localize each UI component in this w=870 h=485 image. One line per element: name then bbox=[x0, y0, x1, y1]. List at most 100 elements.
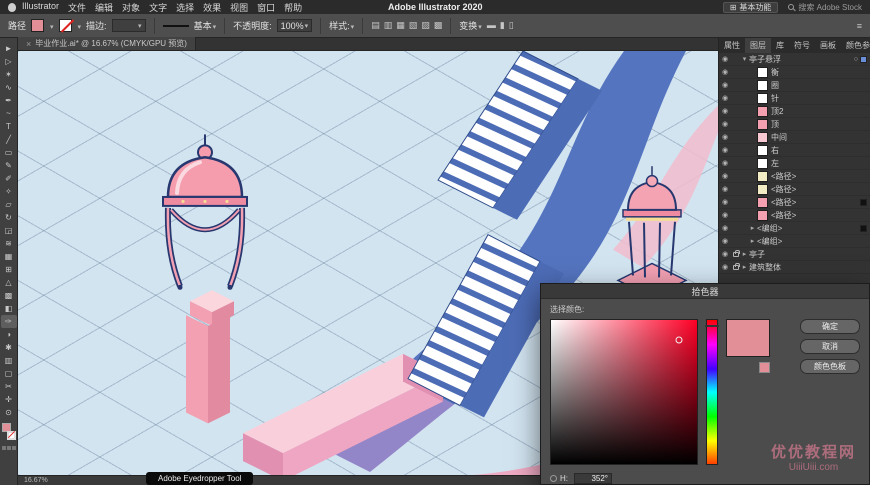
visibility-eye-icon[interactable]: ◉ bbox=[719, 146, 731, 154]
lock-column[interactable] bbox=[731, 262, 740, 270]
line-segment-tool[interactable]: ╱ bbox=[1, 133, 17, 146]
color-swatches-button[interactable]: 颜色色板 bbox=[800, 359, 860, 374]
stock-search[interactable]: 搜索 Adobe Stock bbox=[788, 2, 862, 13]
fill-caret-icon[interactable] bbox=[49, 21, 54, 31]
align-icon[interactable]: ▥ bbox=[384, 20, 393, 31]
layer-row[interactable]: ◉ ▸ 建筑整体 ○ bbox=[719, 261, 870, 274]
menu-item[interactable]: 对象 bbox=[122, 1, 140, 14]
hue-slider[interactable] bbox=[705, 319, 719, 465]
layer-row[interactable]: ◉ 圈 ○ bbox=[719, 79, 870, 92]
gradient-tool[interactable]: ◧ bbox=[1, 302, 17, 315]
perspective-grid-tool[interactable]: △ bbox=[1, 276, 17, 289]
zoom-tool[interactable]: ⊙ bbox=[1, 406, 17, 419]
visibility-eye-icon[interactable]: ◉ bbox=[719, 185, 731, 193]
layer-name[interactable]: <编组> bbox=[757, 223, 860, 234]
tab-close-icon[interactable]: × bbox=[26, 39, 31, 49]
slice-tool[interactable]: ✂ bbox=[1, 380, 17, 393]
layer-name[interactable]: 顶2 bbox=[771, 106, 867, 117]
layer-name[interactable]: 左 bbox=[771, 158, 867, 169]
eyedropper-tool[interactable]: ✑ bbox=[0, 315, 17, 328]
panel-tab[interactable]: 符号 bbox=[789, 38, 815, 53]
layer-row[interactable]: ◉ 顶 ○ bbox=[719, 118, 870, 131]
panel-tab[interactable]: 属性 bbox=[719, 38, 745, 53]
stroke-caret-icon[interactable] bbox=[77, 21, 82, 31]
blend-tool[interactable]: ◑ bbox=[1, 328, 17, 341]
panel-menu-icon[interactable]: ≡ bbox=[857, 21, 862, 31]
layer-row[interactable]: ◉ <路径> ○ bbox=[719, 196, 870, 209]
layer-name[interactable]: 衡 bbox=[771, 67, 867, 78]
visibility-eye-icon[interactable]: ◉ bbox=[719, 250, 731, 258]
expand-arrow-icon[interactable]: ▸ bbox=[740, 263, 749, 271]
layer-row[interactable]: ◉ ▸ <编组> ○ bbox=[719, 235, 870, 248]
visibility-eye-icon[interactable]: ◉ bbox=[719, 81, 731, 89]
layer-name[interactable]: 针 bbox=[771, 93, 867, 104]
style-dropdown[interactable]: 样式: bbox=[329, 19, 354, 32]
layer-row[interactable]: ◉ ▸ 亭子 ○ bbox=[719, 248, 870, 261]
layer-row[interactable]: ◉ ▾ 亭子悬浮 ○ bbox=[719, 53, 870, 66]
cancel-button[interactable]: 取消 bbox=[800, 339, 860, 354]
visibility-eye-icon[interactable]: ◉ bbox=[719, 133, 731, 141]
type-tool[interactable]: T bbox=[1, 120, 17, 133]
h-value-input[interactable]: 352° bbox=[574, 473, 612, 484]
stroke-color-swatch[interactable] bbox=[58, 19, 72, 32]
layer-row[interactable]: ◉ <路径> ○ bbox=[719, 209, 870, 222]
opacity-input[interactable]: 100% bbox=[276, 19, 313, 32]
visibility-eye-icon[interactable]: ◉ bbox=[719, 159, 731, 167]
menu-item[interactable]: 编辑 bbox=[95, 1, 113, 14]
pen-tool[interactable]: ✒ bbox=[1, 94, 17, 107]
menu-item[interactable]: 选择 bbox=[176, 1, 194, 14]
color-field-marker[interactable] bbox=[675, 336, 683, 344]
menu-item[interactable]: 视图 bbox=[230, 1, 248, 14]
rectangle-tool[interactable]: ▭ bbox=[1, 146, 17, 159]
layer-name[interactable]: 亭子悬浮 bbox=[749, 54, 854, 65]
expand-arrow-icon[interactable]: ▾ bbox=[740, 55, 749, 63]
panel-tab[interactable]: 图层 bbox=[745, 38, 771, 53]
layer-name[interactable]: 顶 bbox=[771, 119, 867, 130]
symbol-sprayer-tool[interactable]: ✱ bbox=[1, 341, 17, 354]
object-icon[interactable]: ▮ bbox=[500, 20, 505, 31]
visibility-eye-icon[interactable]: ◉ bbox=[719, 55, 731, 63]
visibility-eye-icon[interactable]: ◉ bbox=[719, 172, 731, 180]
stroke-weight-input[interactable] bbox=[111, 19, 146, 32]
align-icon[interactable]: ▦ bbox=[396, 20, 405, 31]
expand-arrow-icon[interactable]: ▸ bbox=[740, 250, 749, 258]
visibility-eye-icon[interactable]: ◉ bbox=[719, 120, 731, 128]
visibility-eye-icon[interactable]: ◉ bbox=[719, 224, 731, 232]
layer-row[interactable]: ◉ 衡 ○ bbox=[719, 66, 870, 79]
layer-row[interactable]: ◉ <路径> ○ bbox=[719, 170, 870, 183]
stroke-indicator[interactable] bbox=[6, 431, 16, 440]
layer-name[interactable]: 圈 bbox=[771, 80, 867, 91]
target-circle-icon[interactable]: ○ bbox=[854, 56, 858, 63]
visibility-eye-icon[interactable]: ◉ bbox=[719, 68, 731, 76]
swatch-mini-icon[interactable] bbox=[759, 362, 770, 373]
layer-row[interactable]: ◉ 针 ○ bbox=[719, 92, 870, 105]
panel-tab[interactable]: 画板 bbox=[815, 38, 841, 53]
mesh-tool[interactable]: ▩ bbox=[1, 289, 17, 302]
dialog-title[interactable]: 拾色器 bbox=[541, 284, 869, 299]
visibility-eye-icon[interactable]: ◉ bbox=[719, 107, 731, 115]
menu-item[interactable]: 文字 bbox=[149, 1, 167, 14]
layer-name[interactable]: <路径> bbox=[771, 210, 867, 221]
width-tool[interactable]: ≋ bbox=[1, 237, 17, 250]
expand-arrow-icon[interactable]: ▸ bbox=[748, 224, 757, 232]
layer-name[interactable]: 亭子 bbox=[749, 249, 867, 260]
align-icon[interactable]: ▧ bbox=[409, 20, 418, 31]
ok-button[interactable]: 确定 bbox=[800, 319, 860, 334]
magic-wand-tool[interactable]: ✶ bbox=[1, 68, 17, 81]
align-icon[interactable]: ▨ bbox=[421, 20, 430, 31]
color-field[interactable] bbox=[550, 319, 698, 465]
drawing-mode-buttons[interactable] bbox=[1, 446, 16, 450]
fill-color-swatch[interactable] bbox=[31, 19, 45, 32]
menu-item[interactable]: 效果 bbox=[203, 1, 221, 14]
layer-name[interactable]: <路径> bbox=[771, 197, 860, 208]
menu-item[interactable]: 窗口 bbox=[257, 1, 275, 14]
curvature-tool[interactable]: ~ bbox=[1, 107, 17, 120]
artboard-tool[interactable]: ▢ bbox=[1, 367, 17, 380]
object-icon[interactable]: ▬ bbox=[487, 20, 496, 31]
shaper-tool[interactable]: ✧ bbox=[1, 185, 17, 198]
layer-row[interactable]: ◉ 右 ○ bbox=[719, 144, 870, 157]
hand-tool[interactable]: ✛ bbox=[1, 393, 17, 406]
layer-row[interactable]: ◉ <路径> ○ bbox=[719, 183, 870, 196]
zoom-level[interactable]: 16.67% bbox=[24, 477, 48, 484]
paintbrush-tool[interactable]: ✎ bbox=[1, 159, 17, 172]
